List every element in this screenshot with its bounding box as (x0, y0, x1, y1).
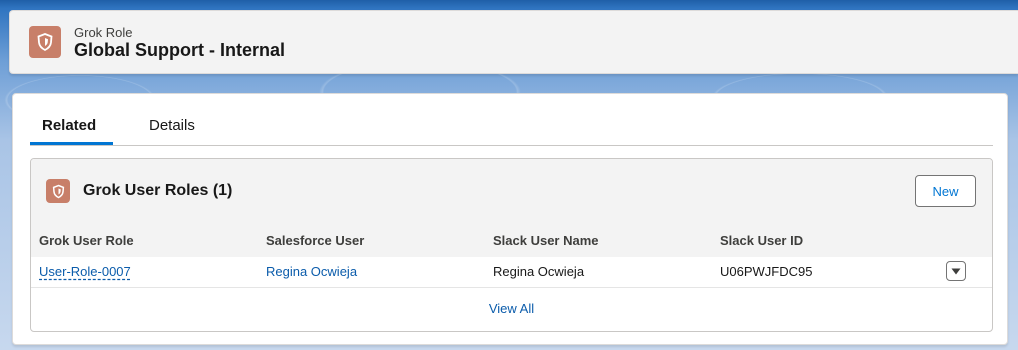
salesforce-user-link[interactable]: Regina Ocwieja (266, 264, 357, 279)
table-row: User-Role-0007 Regina Ocwieja Regina Ocw… (31, 257, 992, 288)
shield-icon (52, 184, 64, 198)
table-header: Grok User Role Salesforce User Slack Use… (31, 223, 992, 258)
record-header: Grok Role Global Support - Internal (9, 10, 1018, 74)
view-all-link[interactable]: View All (31, 301, 992, 316)
shield-icon (37, 33, 53, 52)
slack-user-name: Regina Ocwieja (493, 264, 585, 279)
record-body: Related Details Grok User Roles (1) New … (12, 93, 1008, 345)
related-list-grok-user-roles: Grok User Roles (1) New Grok User Role S… (30, 158, 993, 332)
chevron-down-icon (951, 268, 961, 274)
column-header-slack-user-id[interactable]: Slack User ID (720, 233, 803, 248)
related-list-header: Grok User Roles (1) New (31, 159, 992, 224)
tab-related[interactable]: Related (30, 118, 113, 145)
tab-details[interactable]: Details (137, 118, 207, 145)
record-object-label: Grok Role (74, 25, 133, 40)
tab-bar: Related Details (30, 112, 993, 146)
column-header-salesforce-user[interactable]: Salesforce User (266, 233, 364, 248)
related-list-icon (46, 179, 70, 203)
record-title: Global Support - Internal (74, 40, 285, 60)
record-type-icon (29, 26, 61, 58)
grok-user-role-link[interactable]: User-Role-0007 (39, 264, 131, 279)
new-button[interactable]: New (915, 175, 976, 207)
column-header-grok-user-role[interactable]: Grok User Role (39, 233, 134, 248)
row-actions-button[interactable] (946, 261, 966, 281)
column-header-slack-user-name[interactable]: Slack User Name (493, 233, 599, 248)
related-list-title[interactable]: Grok User Roles (1) (83, 182, 232, 200)
slack-user-id: U06PWJFDC95 (720, 264, 813, 279)
